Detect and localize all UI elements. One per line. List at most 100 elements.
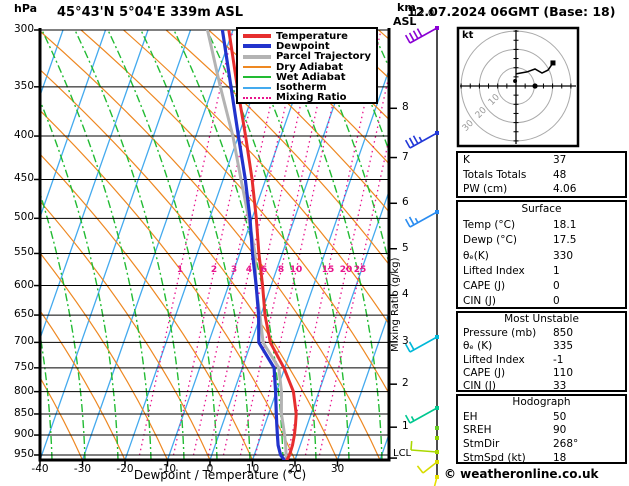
stat-label: K	[463, 154, 470, 167]
wind-barb-tick	[404, 414, 411, 424]
wind-barb-shaft	[410, 449, 438, 453]
stat-value: -1	[553, 353, 564, 366]
stat-label: Pressure (mb)	[463, 326, 537, 339]
legend-swatch	[243, 86, 271, 89]
table-row: StmDir 268°	[458, 437, 625, 451]
hodograph-top-marker	[550, 60, 556, 66]
stat-value: 335	[553, 340, 574, 353]
stat-value: 50	[553, 410, 567, 423]
wind-barb-shaft	[422, 461, 438, 474]
table-row: Dewp (°C) 17.5	[458, 233, 625, 248]
stat-value: 33	[553, 380, 567, 393]
table-title: Surface	[521, 203, 562, 215]
wind-barb-tick	[404, 34, 411, 44]
legend-swatch	[243, 34, 271, 39]
table-row: K 37	[458, 153, 625, 168]
stat-value: 0	[553, 280, 560, 293]
wind-barb-tick	[416, 465, 424, 474]
stat-label: Lifted Index	[463, 353, 525, 366]
wind-barb-tick	[408, 341, 415, 351]
stat-label: Temp (°C)	[463, 218, 516, 231]
stat-label: CAPE (J)	[463, 366, 506, 379]
stat-label: θₑ (K)	[463, 340, 493, 353]
table-row: CAPE (J) 0	[458, 278, 625, 293]
wet-adiabat-line	[40, 98, 119, 460]
hodograph-frame	[456, 26, 580, 148]
wind-barb-half-tick	[414, 217, 419, 224]
stat-value: 330	[553, 249, 574, 262]
stat-label: Lifted Index	[463, 264, 525, 277]
table-row: θₑ(K) 330	[458, 248, 625, 263]
stat-value: 18	[553, 451, 567, 464]
wind-barb-tick	[412, 135, 419, 145]
stat-label: Dewp (°C)	[463, 234, 517, 247]
wind-barb-tick	[408, 137, 415, 147]
legend-item: Temperature	[243, 31, 376, 42]
stat-value: 110	[553, 366, 574, 379]
wind-barb-tick	[410, 440, 413, 451]
stats-table-most-unstable: Most Unstable Pressure (mb) 850 θₑ (K) 335 Li…	[456, 311, 627, 392]
dry-adiabat-line	[40, 153, 254, 460]
wind-barb-column	[404, 26, 439, 486]
hodograph-storm-motion-marker	[532, 83, 538, 89]
table-title: Hodograph	[512, 396, 571, 408]
table-row: EH 50	[458, 410, 625, 424]
isotherm-line	[81, 30, 234, 460]
table-row: SREH 90	[458, 423, 625, 437]
stat-value: 0	[553, 295, 560, 308]
stats-table-hodograph: Hodograph EH 50 SREH 90 StmDir 268° StmSpd (kt)…	[456, 394, 627, 464]
legend-box: Temperature Dewpoint Parcel Trajectory Dry …	[236, 27, 378, 104]
stat-label: θₑ(K)	[463, 249, 489, 262]
mixing-ratio-line	[137, 30, 234, 460]
table-row: CAPE (J) 110	[458, 366, 625, 379]
wind-level-marker	[435, 436, 439, 440]
stat-value: 90	[553, 424, 567, 437]
stat-label: EH	[463, 410, 478, 423]
legend-swatch	[243, 96, 271, 99]
table-row: CIN (J) 0	[458, 294, 625, 309]
table-row: Lifted Index 1	[458, 263, 625, 278]
stat-value: 37	[553, 154, 567, 167]
legend-swatch	[243, 76, 271, 79]
stat-label: CAPE (J)	[463, 280, 506, 293]
table-title: Most Unstable	[504, 313, 579, 325]
stat-label: CIN (J)	[463, 295, 496, 308]
table-row: Pressure (mb) 850	[458, 326, 625, 339]
isotherm-line	[40, 30, 107, 220]
table-row: CIN (J) 33	[458, 379, 625, 392]
wind-barb-tick	[408, 216, 415, 226]
hodograph-surface-marker	[513, 79, 518, 84]
table-row: Temp (°C) 18.1	[458, 217, 625, 232]
wet-adiabat-line	[0, 30, 19, 460]
legend-item: Isotherm	[243, 82, 376, 93]
wind-barb-tick	[412, 30, 419, 40]
legend-swatch	[243, 44, 271, 49]
stat-value: 18.1	[553, 218, 577, 231]
legend-item: Mixing Ratio	[243, 92, 376, 104]
wind-barb-half-tick	[410, 416, 415, 422]
stat-label: CIN (J)	[463, 380, 496, 393]
wind-barb-tick	[408, 32, 415, 42]
stats-table-surface: Surface Temp (°C) 18.1 Dewp (°C) 17.5 θₑ(K) 33…	[456, 200, 627, 309]
isotherm-line	[40, 30, 64, 98]
wind-barb-tick	[404, 343, 411, 353]
stat-value: 17.5	[553, 234, 577, 247]
legend-item: Parcel Trajectory	[243, 51, 376, 62]
stat-value: 48	[553, 168, 567, 181]
stats-table-indices: K 37 Totals Totals 48 PW (cm) 4.06	[456, 151, 627, 198]
table-row: Lifted Index -1	[458, 353, 625, 366]
wind-barb-tick	[404, 218, 411, 228]
stat-label: SREH	[463, 424, 492, 437]
isotherm-line	[0, 30, 21, 460]
stat-value: 4.06	[553, 183, 577, 196]
stat-label: StmSpd (kt)	[463, 451, 526, 464]
legend-swatch	[243, 54, 271, 59]
wind-level-marker	[435, 426, 439, 430]
table-row: PW (cm) 4.06	[458, 182, 625, 197]
table-row: Totals Totals 48	[458, 168, 625, 183]
legend-label: Mixing Ratio	[276, 92, 347, 104]
wind-barb-tick	[404, 139, 411, 149]
stat-value: 850	[553, 326, 574, 339]
wind-barb-tick	[416, 28, 423, 37]
stat-value: 1	[553, 264, 560, 277]
